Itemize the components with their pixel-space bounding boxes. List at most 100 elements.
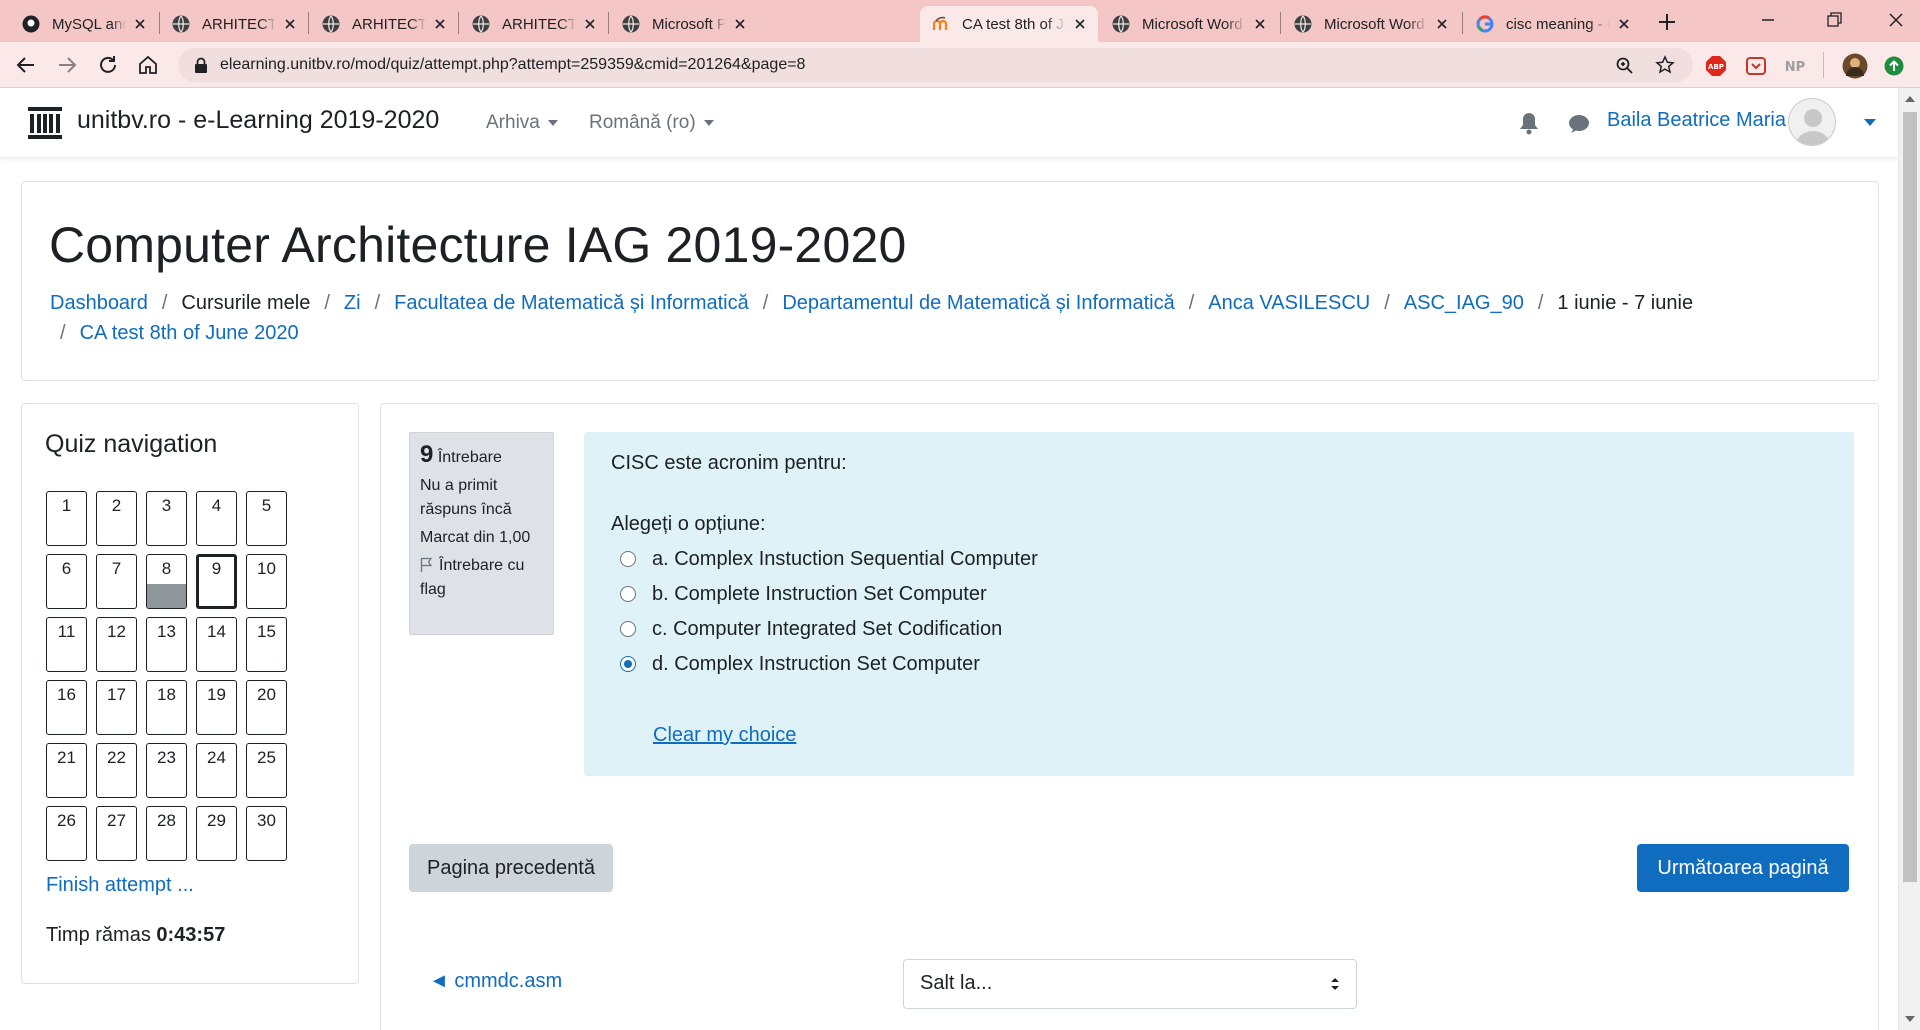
quiz-question-button[interactable]: 23: [146, 743, 187, 798]
quiz-question-button[interactable]: 25: [246, 743, 287, 798]
quiz-question-button[interactable]: 22: [96, 743, 137, 798]
forward-arrow-icon[interactable]: [55, 53, 79, 77]
university-logo-icon[interactable]: [28, 107, 62, 139]
clear-choice-link[interactable]: Clear my choice: [653, 724, 796, 747]
quiz-question-button[interactable]: 15: [246, 617, 287, 672]
quiz-question-button[interactable]: 19: [196, 680, 237, 735]
radio-button[interactable]: [620, 551, 636, 567]
quiz-question-button[interactable]: 17: [96, 680, 137, 735]
window-close-icon[interactable]: [1884, 8, 1908, 32]
user-menu-caret-icon[interactable]: [1864, 119, 1876, 126]
quiz-question-button[interactable]: 13: [146, 617, 187, 672]
minimize-icon[interactable]: [1756, 8, 1780, 32]
site-name[interactable]: unitbv.ro - e-Learning 2019-2020: [77, 106, 439, 135]
close-icon[interactable]: [432, 16, 448, 32]
quiz-question-button[interactable]: 2: [96, 491, 137, 546]
breadcrumb-department[interactable]: Departamentul de Matematică și Informati…: [782, 292, 1174, 314]
answer-option[interactable]: c. Computer Integrated Set Codification: [620, 614, 1002, 644]
close-icon[interactable]: [1072, 16, 1088, 32]
close-icon[interactable]: [1434, 16, 1450, 32]
np-extension-icon[interactable]: NP: [1784, 55, 1806, 77]
quiz-question-button[interactable]: 27: [96, 806, 137, 861]
answer-option[interactable]: b. Complete Instruction Set Computer: [620, 579, 987, 609]
adblock-icon[interactable]: ABP: [1705, 55, 1727, 77]
quiz-question-button[interactable]: 28: [146, 806, 187, 861]
jump-to-select[interactable]: Salt la...: [903, 959, 1357, 1009]
profile-avatar-icon[interactable]: [1842, 53, 1868, 79]
close-icon[interactable]: [132, 16, 148, 32]
back-arrow-icon[interactable]: [14, 53, 38, 77]
language-dropdown[interactable]: Română (ro): [589, 112, 714, 134]
radio-button[interactable]: [620, 586, 636, 602]
breadcrumb-teacher[interactable]: Anca VASILESCU: [1208, 292, 1370, 314]
breadcrumb-dashboard[interactable]: Dashboard: [50, 292, 148, 314]
browser-tab[interactable]: Microsoft Word: [1100, 6, 1278, 42]
browser-tab[interactable]: Microsoft Word: [1282, 6, 1460, 42]
finish-attempt-link[interactable]: Finish attempt ...: [46, 874, 194, 897]
breadcrumb-zi[interactable]: Zi: [344, 292, 361, 314]
restore-icon[interactable]: [1822, 8, 1846, 32]
quiz-question-button[interactable]: 8: [146, 554, 187, 609]
close-icon[interactable]: [732, 16, 748, 32]
quiz-question-button[interactable]: 24: [196, 743, 237, 798]
browser-tab[interactable]: ARHITECTURA: [160, 6, 308, 42]
quiz-question-button[interactable]: 21: [46, 743, 87, 798]
close-icon[interactable]: [1252, 16, 1268, 32]
previous-page-button[interactable]: Pagina precedentă: [409, 844, 613, 892]
browser-tab-active[interactable]: CA test 8th of June: [920, 6, 1098, 42]
user-avatar[interactable]: [1788, 98, 1836, 146]
radio-button[interactable]: [620, 621, 636, 637]
flag-question-toggle[interactable]: Întrebare cu flag: [420, 554, 543, 602]
browser-tab[interactable]: Microsoft PowerPoint: [610, 6, 758, 42]
zoom-icon[interactable]: [1615, 56, 1635, 76]
home-icon[interactable]: [136, 53, 160, 77]
scroll-down-arrow-icon[interactable]: [1905, 1016, 1915, 1022]
bookmark-star-icon[interactable]: [1655, 55, 1675, 75]
quiz-question-button[interactable]: 12: [96, 617, 137, 672]
new-tab-plus-icon[interactable]: [1655, 10, 1679, 34]
lock-icon[interactable]: [194, 57, 208, 73]
breadcrumb-quiz[interactable]: CA test 8th of June 2020: [80, 322, 299, 344]
browser-tab[interactable]: cisc meaning - Google: [1464, 6, 1642, 42]
quiz-question-button[interactable]: 5: [246, 491, 287, 546]
quiz-question-button[interactable]: 3: [146, 491, 187, 546]
reload-icon[interactable]: [96, 53, 120, 77]
archive-dropdown[interactable]: Arhiva: [486, 112, 558, 134]
quiz-question-button[interactable]: 18: [146, 680, 187, 735]
update-icon[interactable]: [1884, 56, 1904, 76]
quiz-question-button[interactable]: 11: [46, 617, 87, 672]
browser-tab[interactable]: ARHITECTURA: [460, 6, 608, 42]
quiz-question-button[interactable]: 20: [246, 680, 287, 735]
quiz-question-button[interactable]: 6: [46, 554, 87, 609]
close-icon[interactable]: [582, 16, 598, 32]
scroll-up-arrow-icon[interactable]: [1905, 96, 1915, 102]
pocket-icon[interactable]: [1745, 55, 1767, 77]
quiz-question-button[interactable]: 4: [196, 491, 237, 546]
quiz-question-button[interactable]: 29: [196, 806, 237, 861]
quiz-question-button[interactable]: 26: [46, 806, 87, 861]
browser-tab[interactable]: MySQL and JavaScript: [10, 6, 158, 42]
close-icon[interactable]: [1616, 16, 1632, 32]
answer-option[interactable]: d. Complex Instruction Set Computer: [620, 649, 980, 679]
user-name[interactable]: Baila Beatrice Maria: [1607, 109, 1786, 132]
previous-activity-link[interactable]: ◄ cmmdc.asm: [429, 970, 562, 993]
quiz-question-button[interactable]: 7: [96, 554, 137, 609]
notification-bell-icon[interactable]: [1518, 111, 1540, 135]
answer-option[interactable]: a. Complex Instuction Sequential Compute…: [620, 544, 1038, 574]
breadcrumb-course[interactable]: ASC_IAG_90: [1404, 292, 1524, 314]
quiz-question-button[interactable]: 30: [246, 806, 287, 861]
quiz-question-button[interactable]: 1: [46, 491, 87, 546]
radio-button[interactable]: [620, 656, 636, 672]
quiz-question-button[interactable]: 14: [196, 617, 237, 672]
messages-icon[interactable]: [1568, 113, 1590, 135]
quiz-question-button[interactable]: 10: [246, 554, 287, 609]
quiz-question-button[interactable]: 9: [196, 554, 237, 609]
address-bar[interactable]: elearning.unitbv.ro/mod/quiz/attempt.php…: [178, 48, 1693, 82]
scrollbar-thumb[interactable]: [1903, 112, 1917, 882]
close-icon[interactable]: [282, 16, 298, 32]
breadcrumb-faculty[interactable]: Facultatea de Matematică și Informatică: [394, 292, 749, 314]
quiz-question-button[interactable]: 16: [46, 680, 87, 735]
page-scrollbar[interactable]: [1898, 88, 1920, 1030]
browser-tab[interactable]: ARHITECTURA: [310, 6, 458, 42]
next-page-button[interactable]: Următoarea pagină: [1637, 844, 1849, 892]
